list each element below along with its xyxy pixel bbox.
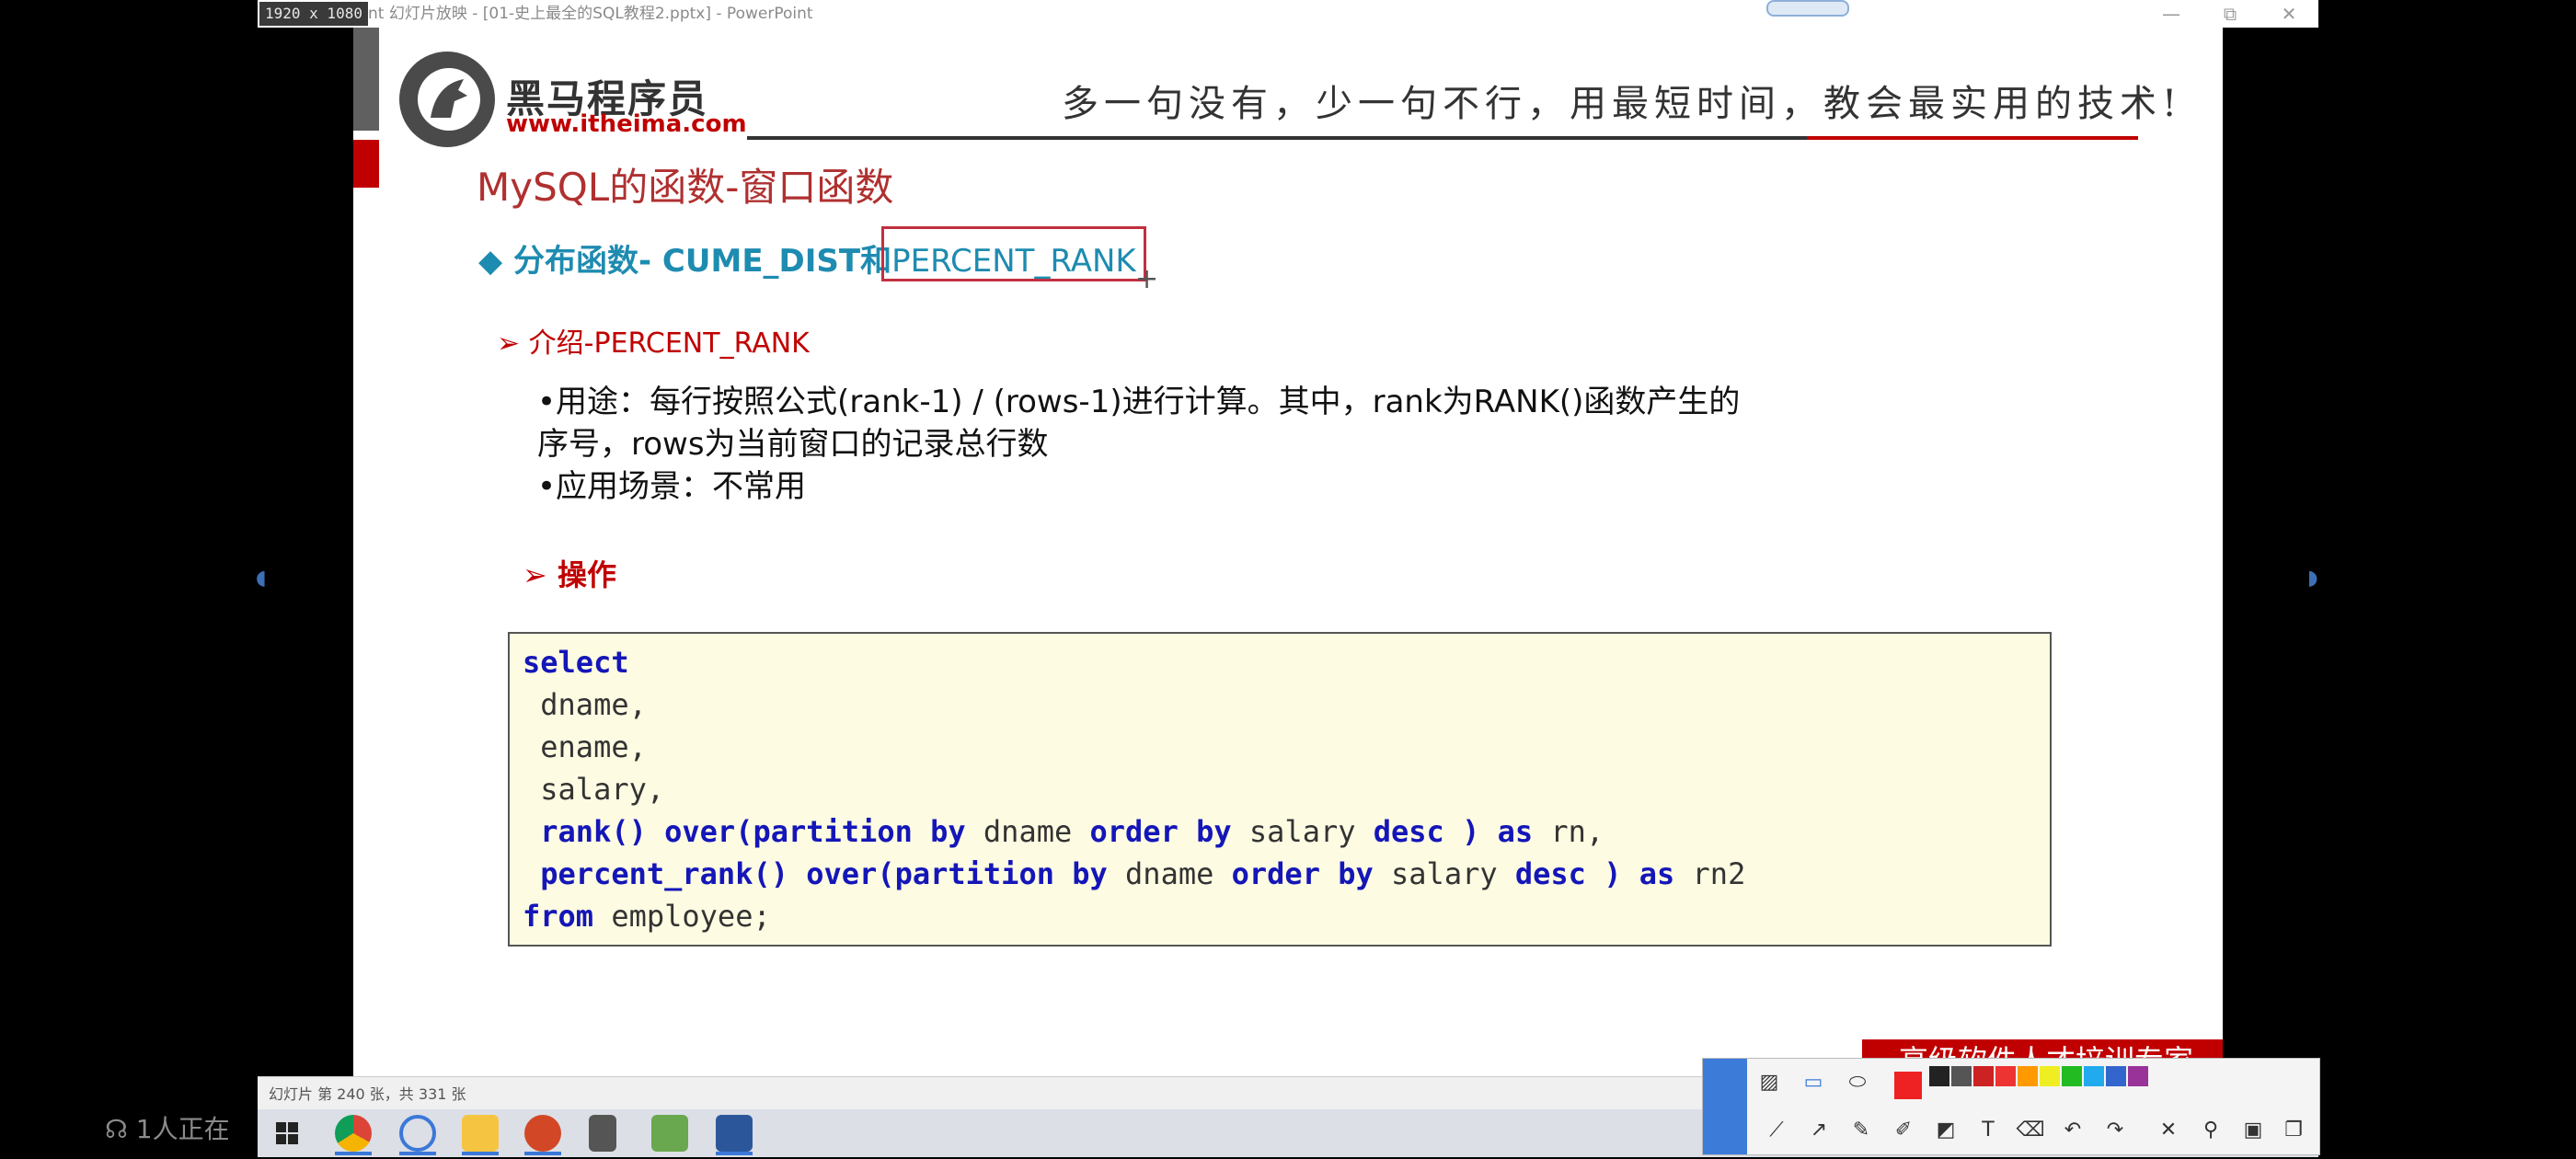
annotation-rectangle (881, 226, 1146, 281)
windows-start-icon[interactable] (276, 1122, 298, 1144)
logo-inner (418, 68, 480, 131)
color-swatch-grey[interactable] (1951, 1066, 1972, 1086)
redo-icon[interactable]: ↷ (2097, 1112, 2133, 1149)
chrome-active-indicator (335, 1152, 372, 1155)
logo-url: www.itheima.com (506, 110, 747, 138)
code-text: salary (1231, 814, 1374, 849)
eraser-tool-icon[interactable]: ⌫ (2012, 1112, 2049, 1149)
arrow-tool-icon[interactable]: ↗ (1800, 1112, 1837, 1149)
viewer-count: ☊ 1人正在 (105, 1109, 230, 1146)
color-swatch-darkred[interactable] (1973, 1066, 1994, 1086)
minimize-button[interactable]: — (2144, 0, 2199, 28)
color-swatch-green[interactable] (2062, 1066, 2082, 1086)
calculator-icon[interactable] (589, 1115, 616, 1152)
slide-title: MySQL的函数-窗口函数 (477, 165, 894, 210)
slogan: 多一句没有，少一句不行，用最短时间，教会最实用的技术! (1062, 83, 2183, 125)
rectangle-tool-icon[interactable]: ▭ (1795, 1064, 1832, 1101)
intro-body: •用途：每行按照公式(rank-1) / (rows-1)进行计算。其中，ran… (537, 381, 1740, 508)
window-title: nt 幻灯片放映 - [01-史上最全的SQL教程2.pptx] - Power… (368, 5, 813, 23)
color-swatch-red2[interactable] (1995, 1066, 2016, 1086)
image-editor-icon[interactable] (651, 1115, 688, 1152)
bullet-intro: ➢ 介绍-PERCENT_RANK (497, 327, 810, 360)
word-icon[interactable] (716, 1115, 753, 1152)
save-icon[interactable]: ▣ (2235, 1112, 2271, 1149)
code-keyword: desc ) as (1514, 856, 1675, 891)
slide-canvas: 黑马程序员 www.itheima.com 多一句没有，少一句不行，用最短时间，… (353, 28, 2223, 1076)
file-explorer-icon[interactable] (462, 1115, 499, 1152)
right-margin (2223, 28, 2318, 1076)
body-line-2: 序号，rows为当前窗口的记录总行数 (537, 426, 1049, 463)
code-keyword: select (523, 645, 629, 680)
header-rule (747, 136, 1814, 140)
color-swatch-yellow[interactable] (2040, 1066, 2060, 1086)
pin-icon[interactable]: ⚲ (2192, 1112, 2229, 1149)
slide-counter: 幻灯片 第 240 张，共 331 张 (269, 1085, 466, 1103)
code-line: ename, (523, 729, 647, 764)
code-line: dname, (523, 687, 647, 722)
header-grey-bar (353, 28, 379, 131)
pointer-tool-button[interactable] (1703, 1059, 1747, 1107)
color-swatch-orange[interactable] (2018, 1066, 2038, 1086)
resolution-badge: 1920 x 1080 (259, 2, 368, 26)
chrome-icon[interactable] (335, 1115, 372, 1152)
code-text: dname (1107, 856, 1232, 891)
sql-code: select dname, ename, salary, rank() over… (523, 641, 1745, 937)
code-text: rn, (1533, 814, 1604, 849)
viewer-count-label: 1人正在 (135, 1114, 230, 1144)
word-active-indicator (716, 1152, 753, 1155)
color-swatch-purple[interactable] (2128, 1066, 2148, 1086)
drag-handle[interactable] (1766, 0, 1849, 17)
hatch-tool-icon[interactable]: ▨ (1751, 1064, 1788, 1101)
restore-button[interactable]: ⧉ (2202, 0, 2258, 28)
code-keyword: rank() over(partition by (523, 814, 966, 849)
code-keyword: desc ) as (1373, 814, 1534, 849)
close-tool-icon[interactable]: ✕ (2150, 1112, 2187, 1149)
mosaic-tool-icon[interactable]: ◩ (1927, 1112, 1964, 1149)
shape-tool-button[interactable] (1703, 1107, 1747, 1154)
bullet-operation: ➢ 操作 (523, 557, 616, 592)
code-text: salary (1373, 856, 1515, 891)
color-swatch-blue[interactable] (2106, 1066, 2126, 1086)
crosshair-cursor-icon: + (1135, 263, 1159, 295)
code-keyword: order by (1231, 856, 1374, 891)
left-margin (258, 28, 353, 1076)
code-keyword: from (523, 899, 594, 934)
explorer-active-indicator (462, 1152, 499, 1155)
undo-icon[interactable]: ↶ (2054, 1112, 2091, 1149)
text-tool-icon[interactable]: T (1970, 1112, 2007, 1149)
code-block: select dname, ename, salary, rank() over… (508, 632, 2052, 947)
subtitle-prefix: ◆ 分布函数- CUME_DIST和 (478, 243, 892, 280)
code-text: dname (965, 814, 1090, 849)
powerpoint-active-indicator (524, 1152, 561, 1155)
color-swatch-cyan[interactable] (2084, 1066, 2104, 1086)
code-text: rn2 (1674, 856, 1746, 891)
highlighter-tool-icon[interactable]: ✐ (1885, 1112, 1922, 1149)
copy-icon[interactable]: ❐ (2275, 1112, 2312, 1149)
code-line: salary, (523, 772, 665, 807)
next-slide-icon[interactable]: ◗ (2307, 567, 2318, 590)
header-rule-accent (1807, 136, 2138, 140)
ellipse-tool-icon[interactable]: ⬭ (1839, 1064, 1876, 1101)
line-tool-icon[interactable]: ⟋ (1758, 1112, 1795, 1149)
pen-toolbar: ▨ ▭ ⬭ ⟋ ↗ ✎ ✐ ◩ T ⌫ ↶ ↷ ✕ ⚲ ▣ ❐ (1702, 1058, 2320, 1155)
user-icon: ☊ (105, 1114, 136, 1144)
prev-slide-icon[interactable]: ◖ (256, 567, 267, 590)
code-text: employee; (593, 899, 771, 934)
code-keyword: percent_rank() over(partition by (523, 856, 1108, 891)
browser-active-indicator (399, 1152, 436, 1155)
body-line-1: •用途：每行按照公式(rank-1) / (rows-1)进行计算。其中，ran… (537, 384, 1741, 420)
pen-tool-icon[interactable]: ✎ (1843, 1112, 1880, 1149)
color-swatch-red[interactable] (1894, 1072, 1922, 1099)
header-red-bar (353, 140, 379, 188)
powerpoint-icon[interactable] (524, 1115, 561, 1152)
close-button[interactable]: ✕ (2261, 0, 2317, 28)
body-line-3: •应用场景：不常用 (537, 468, 807, 505)
color-swatch-black[interactable] (1929, 1066, 1949, 1086)
browser-icon[interactable] (399, 1115, 436, 1152)
code-keyword: order by (1089, 814, 1232, 849)
